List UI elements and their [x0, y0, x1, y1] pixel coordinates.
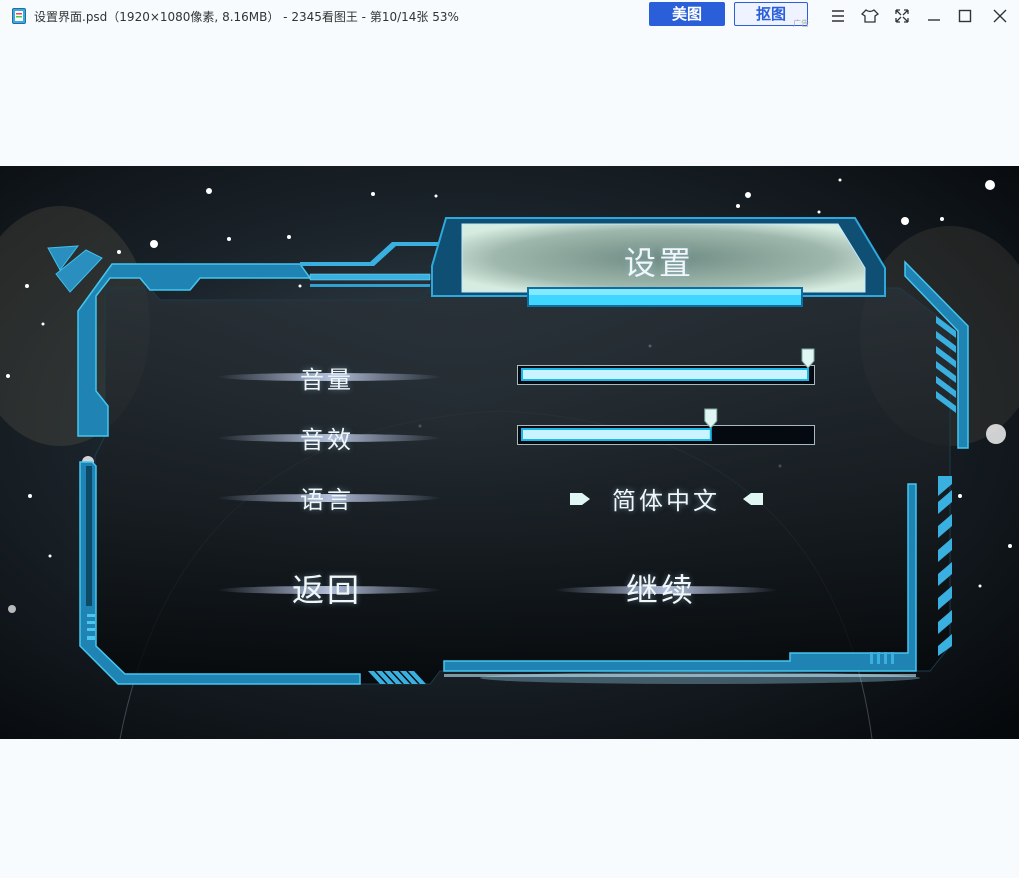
settings-screen-image: 设置 音量 音效 语言 简体中文 返回 继续: [0, 166, 1019, 739]
title-bar: 设置界面.psd（1920×1080像素, 8.16MB） - 2345看图王 …: [0, 0, 1019, 32]
window-title: 设置界面.psd（1920×1080像素, 8.16MB） - 2345看图王 …: [34, 10, 459, 24]
meitu-button[interactable]: 美图: [649, 2, 725, 26]
settings-title: 设置: [623, 244, 694, 282]
sound-effects-slider-fill: [521, 428, 712, 441]
maximize-icon[interactable]: [955, 6, 975, 26]
skin-icon[interactable]: [860, 6, 880, 26]
sound-effects-label: 音效: [300, 426, 354, 454]
minimize-icon[interactable]: [924, 6, 944, 26]
fullscreen-icon[interactable]: [892, 6, 912, 26]
continue-button[interactable]: 继续: [626, 565, 696, 611]
close-icon[interactable]: [990, 6, 1010, 26]
back-button[interactable]: 返回: [292, 565, 362, 611]
language-label: 语言: [300, 486, 354, 514]
volume-slider-fill: [521, 368, 809, 381]
settings-scene: [0, 166, 1019, 739]
language-value[interactable]: 简体中文: [596, 481, 736, 516]
app-icon: [12, 8, 26, 24]
ad-label: 广告: [793, 19, 809, 28]
menu-icon[interactable]: [828, 6, 848, 26]
volume-label: 音量: [300, 366, 354, 394]
